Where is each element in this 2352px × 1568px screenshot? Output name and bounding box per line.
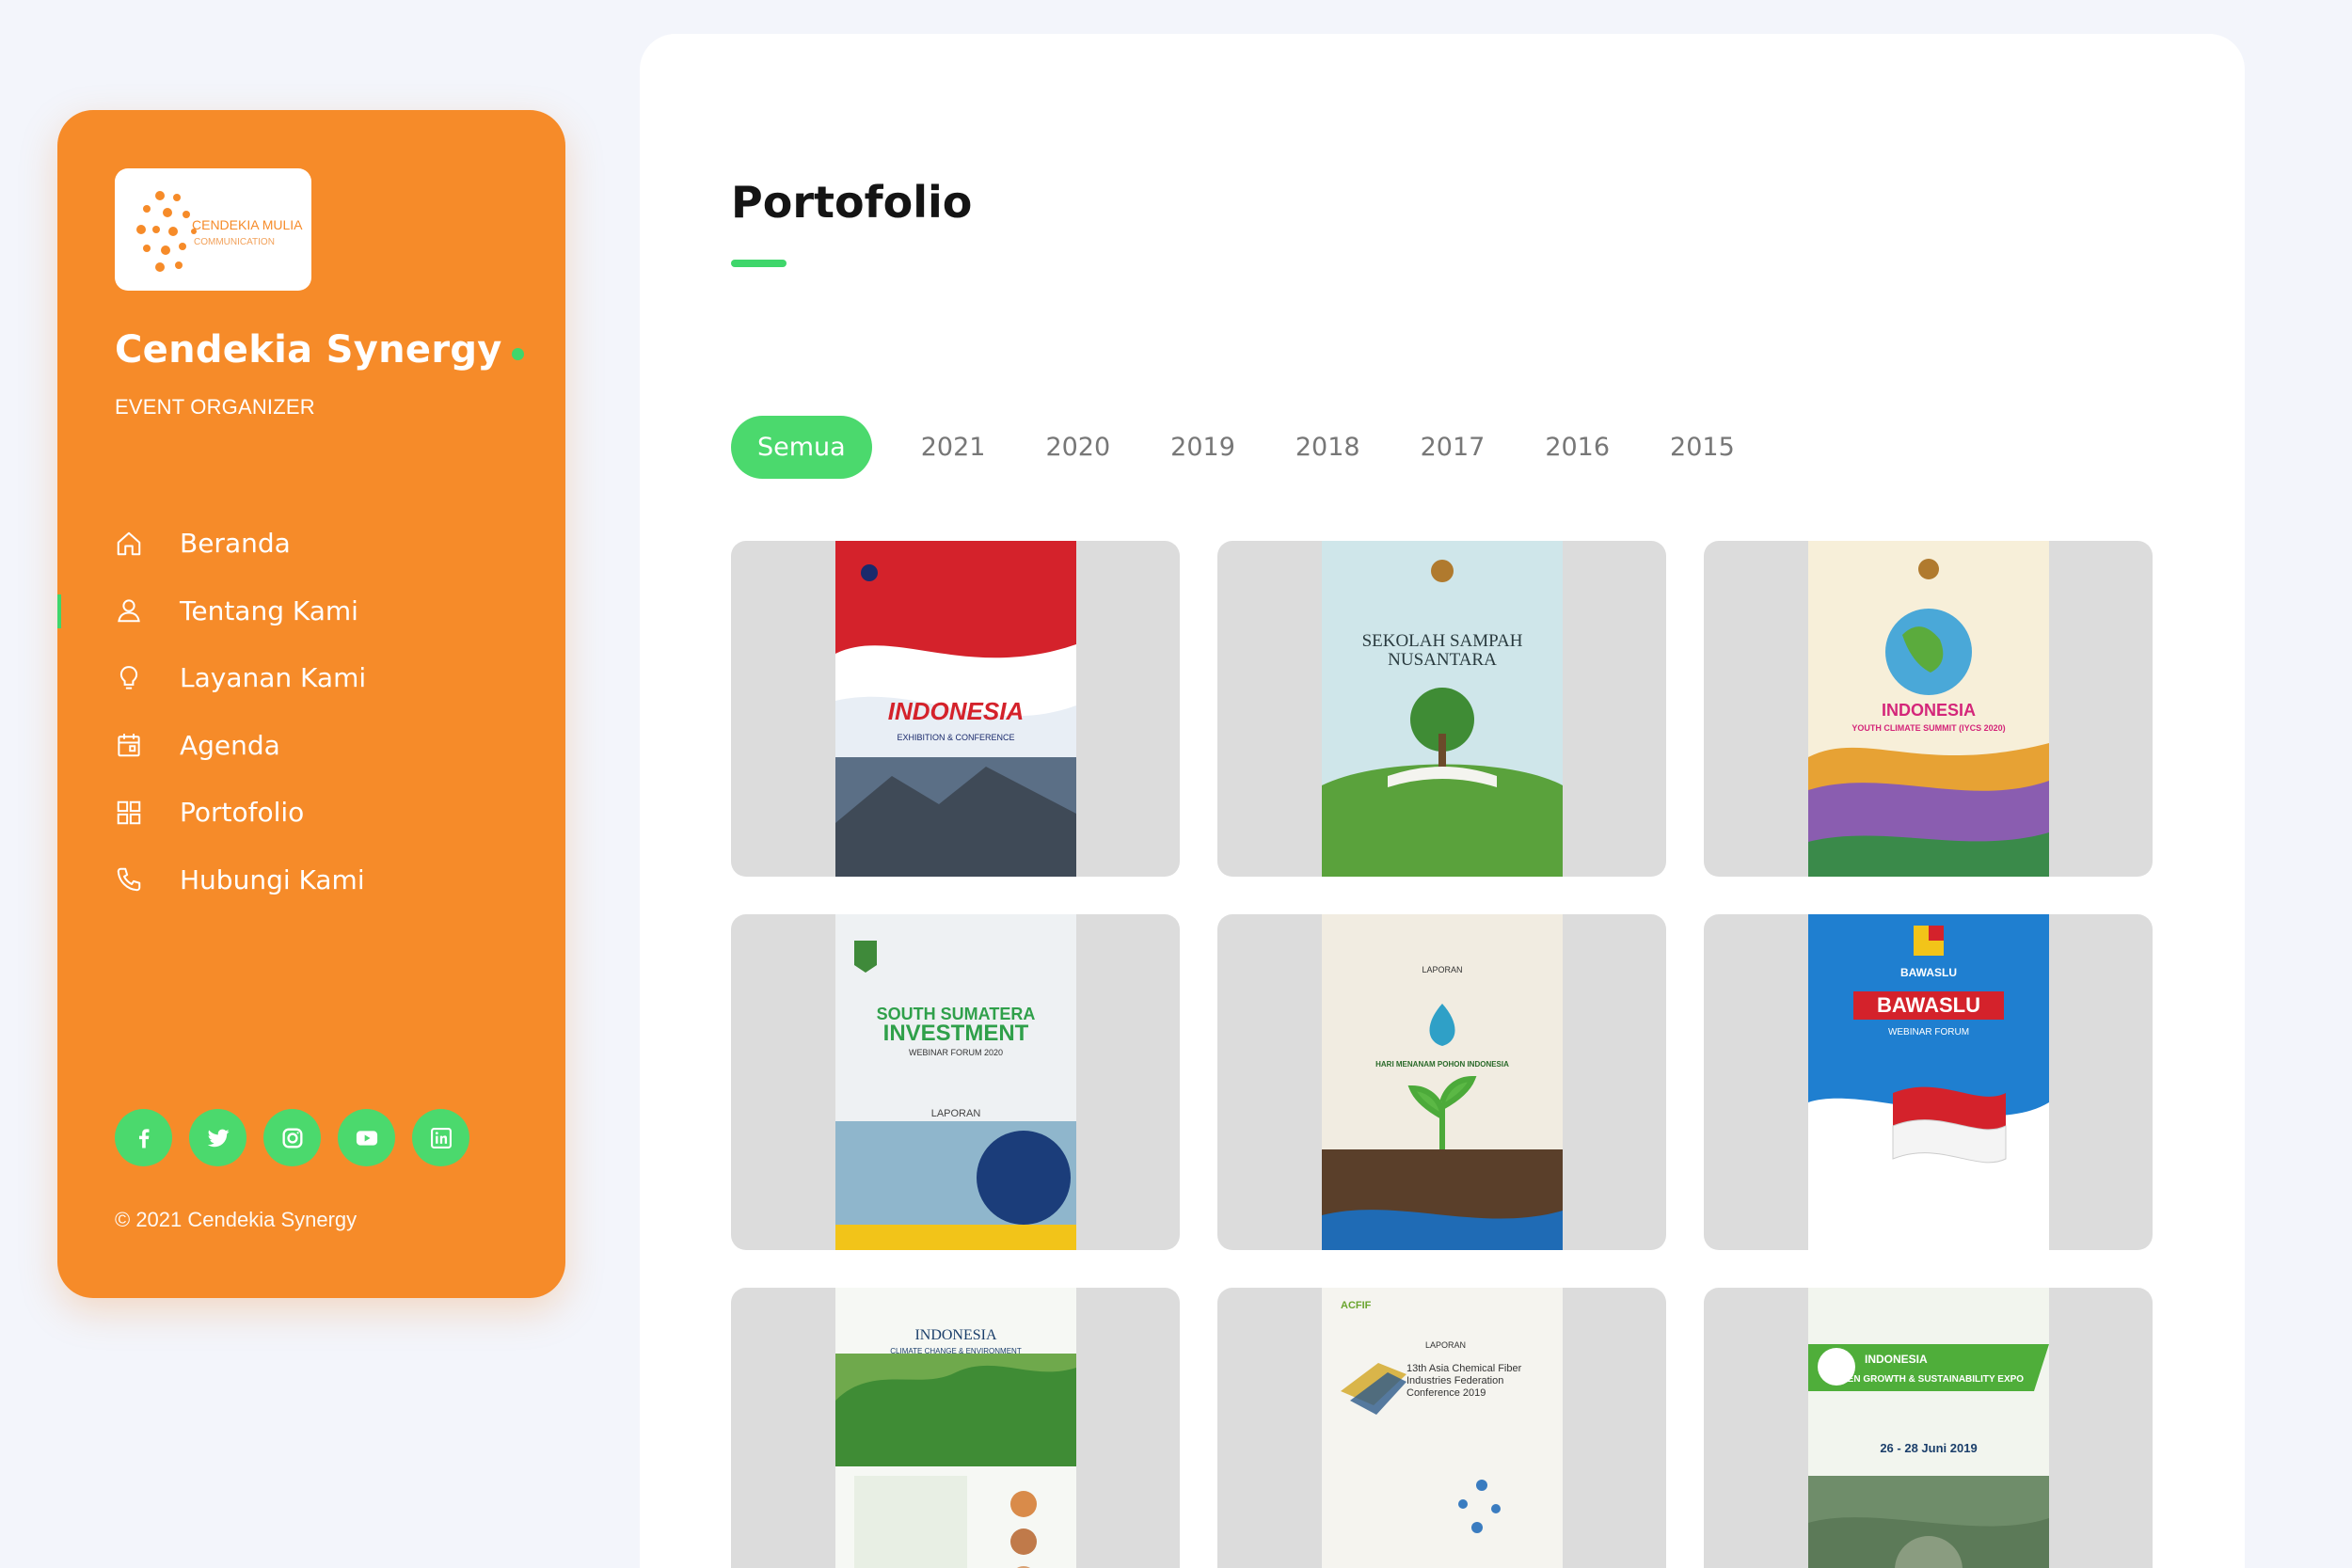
linkedin-link[interactable]: [412, 1109, 469, 1166]
poster-image: INDONESIA EXHIBITION & CONFERENCE: [834, 541, 1076, 877]
poster-image: INDONESIA GREEN GROWTH & SUSTAINABILITY …: [1807, 1288, 2049, 1568]
svg-text:GREEN GROWTH & SUSTAINABILITY: GREEN GROWTH & SUSTAINABILITY EXPO: [1827, 1374, 2024, 1385]
svg-text:WEBINAR FORUM 2020: WEBINAR FORUM 2020: [908, 1048, 1002, 1057]
sidebar-item-label: Tentang Kami: [180, 594, 358, 626]
sidebar-nav: Beranda Tentang Kami Layanan Kami Agenda…: [57, 510, 565, 913]
home-icon: [115, 530, 143, 558]
portfolio-grid: INDONESIA EXHIBITION & CONFERENCE SEKOLA…: [731, 541, 2153, 1568]
sidebar-item-portofolio[interactable]: Portofolio: [57, 779, 565, 847]
svg-text:COMMUNICATION: COMMUNICATION: [194, 237, 275, 247]
lightbulb-icon: [115, 664, 143, 692]
svg-text:INDONESIA: INDONESIA: [914, 1327, 997, 1343]
filter-2020[interactable]: 2020: [1019, 416, 1136, 479]
poster-image: LAPORAN HARI MENANAM POHON INDONESIA: [1321, 914, 1563, 1250]
svg-text:INDONESIA: INDONESIA: [1881, 701, 1975, 720]
poster-image: INDONESIA CLIMATE CHANGE & ENVIRONMENT: [834, 1288, 1076, 1568]
main-content: Portofolio Semua 2021 2020 2019 2018 201…: [640, 34, 2245, 1568]
poster-image: BAWASLU BAWASLU WEBINAR FORUM: [1807, 914, 2049, 1250]
poster-image: SOUTH SUMATERA INVESTMENT WEBINAR FORUM …: [834, 914, 1076, 1250]
svg-text:CENDEKIA MULIA: CENDEKIA MULIA: [192, 217, 303, 232]
portfolio-item[interactable]: INDONESIA CLIMATE CHANGE & ENVIRONMENT: [731, 1288, 1180, 1568]
copyright-text: © 2021 Cendekia Synergy: [115, 1208, 358, 1231]
twitter-link[interactable]: [189, 1109, 246, 1166]
filter-semua[interactable]: Semua: [731, 416, 872, 479]
svg-text:BAWASLU: BAWASLU: [1900, 966, 1957, 979]
svg-text:INDONESIA: INDONESIA: [887, 697, 1023, 725]
svg-text:INVESTMENT: INVESTMENT: [882, 1021, 1028, 1046]
poster-image: ACFIF LAPORAN 13th Asia Chemical Fiber I…: [1321, 1288, 1563, 1568]
sidebar-item-layanan-kami[interactable]: Layanan Kami: [57, 644, 565, 712]
poster-image: INDONESIA YOUTH CLIMATE SUMMIT (IYCS 202…: [1807, 541, 2049, 877]
portfolio-item[interactable]: SEKOLAH SAMPAH NUSANTARA: [1217, 541, 1666, 877]
filter-2015[interactable]: 2015: [1644, 416, 1761, 479]
svg-text:EXHIBITION & CONFERENCE: EXHIBITION & CONFERENCE: [897, 733, 1014, 742]
youtube-link[interactable]: [338, 1109, 395, 1166]
svg-text:INDONESIA: INDONESIA: [1865, 1353, 1928, 1366]
svg-text:SEKOLAH SAMPAH: SEKOLAH SAMPAH: [1361, 631, 1522, 651]
svg-text:LAPORAN: LAPORAN: [1425, 1340, 1466, 1350]
facebook-link[interactable]: [115, 1109, 172, 1166]
svg-text:ACFIF: ACFIF: [1341, 1300, 1372, 1311]
sidebar-item-label: Hubungi Kami: [180, 863, 365, 895]
logo-dots-icon: CENDEKIA MULIA COMMUNICATION: [135, 191, 303, 272]
sidebar-item-label: Layanan Kami: [180, 662, 367, 694]
facebook-icon: [138, 1128, 149, 1148]
sidebar-item-tentang-kami[interactable]: Tentang Kami: [57, 578, 565, 645]
svg-text:CLIMATE CHANGE & ENVIRONMENT: CLIMATE CHANGE & ENVIRONMENT: [890, 1347, 1022, 1355]
filter-2018[interactable]: 2018: [1269, 416, 1387, 479]
brand-tagline: EVENT ORGANIZER: [115, 395, 315, 419]
portfolio-item[interactable]: SOUTH SUMATERA INVESTMENT WEBINAR FORUM …: [731, 914, 1180, 1250]
page-title: Portofolio: [731, 177, 973, 228]
company-logo[interactable]: CENDEKIA MULIA COMMUNICATION: [115, 168, 311, 291]
status-dot: [511, 348, 524, 360]
portfolio-item[interactable]: INDONESIA YOUTH CLIMATE SUMMIT (IYCS 202…: [1704, 541, 2153, 877]
svg-text:HARI MENANAM POHON INDONESIA: HARI MENANAM POHON INDONESIA: [1375, 1060, 1509, 1069]
svg-text:26 - 28 Juni 2019: 26 - 28 Juni 2019: [1880, 1441, 1977, 1455]
portfolio-item[interactable]: INDONESIA GREEN GROWTH & SUSTAINABILITY …: [1704, 1288, 2153, 1568]
filter-2017[interactable]: 2017: [1394, 416, 1512, 479]
poster-image: SEKOLAH SAMPAH NUSANTARA: [1321, 541, 1563, 877]
svg-text:BAWASLU: BAWASLU: [1877, 993, 1980, 1017]
instagram-icon: [282, 1128, 302, 1148]
portfolio-item[interactable]: ACFIF LAPORAN 13th Asia Chemical Fiber I…: [1217, 1288, 1666, 1568]
sidebar-item-label: Agenda: [180, 729, 280, 761]
sidebar-item-beranda[interactable]: Beranda: [57, 510, 565, 578]
year-filter-tabs: Semua 2021 2020 2019 2018 2017 2016 2015: [731, 416, 1769, 479]
youtube-icon: [356, 1130, 377, 1146]
brand-text: Cendekia Synergy: [115, 328, 502, 372]
title-underline: [731, 260, 787, 267]
sidebar-item-label: Portofolio: [180, 797, 305, 829]
portfolio-item[interactable]: INDONESIA EXHIBITION & CONFERENCE: [731, 541, 1180, 877]
social-links: [115, 1109, 469, 1166]
phone-icon: [115, 865, 143, 894]
svg-text:LAPORAN: LAPORAN: [930, 1108, 980, 1119]
svg-text:LAPORAN: LAPORAN: [1422, 965, 1462, 974]
grid-icon: [115, 799, 143, 827]
calendar-icon: [115, 731, 143, 759]
filter-2021[interactable]: 2021: [895, 416, 1012, 479]
brand-name: Cendekia Synergy: [115, 328, 524, 372]
portfolio-item[interactable]: LAPORAN HARI MENANAM POHON INDONESIA: [1217, 914, 1666, 1250]
linkedin-icon: [430, 1127, 452, 1148]
sidebar-item-hubungi-kami[interactable]: Hubungi Kami: [57, 847, 565, 914]
sidebar: CENDEKIA MULIA COMMUNICATION Cendekia Sy…: [57, 110, 565, 1298]
svg-text:NUSANTARA: NUSANTARA: [1388, 650, 1497, 670]
sidebar-item-label: Beranda: [180, 528, 291, 560]
twitter-icon: [207, 1129, 230, 1147]
instagram-link[interactable]: [263, 1109, 321, 1166]
portfolio-item[interactable]: BAWASLU BAWASLU WEBINAR FORUM: [1704, 914, 2153, 1250]
sidebar-item-agenda[interactable]: Agenda: [57, 712, 565, 780]
svg-text:YOUTH CLIMATE SUMMIT (IYCS 202: YOUTH CLIMATE SUMMIT (IYCS 2020): [1851, 723, 2005, 733]
svg-text:WEBINAR FORUM: WEBINAR FORUM: [1887, 1027, 1968, 1037]
user-icon: [115, 596, 143, 625]
filter-2016[interactable]: 2016: [1518, 416, 1636, 479]
filter-2019[interactable]: 2019: [1144, 416, 1262, 479]
